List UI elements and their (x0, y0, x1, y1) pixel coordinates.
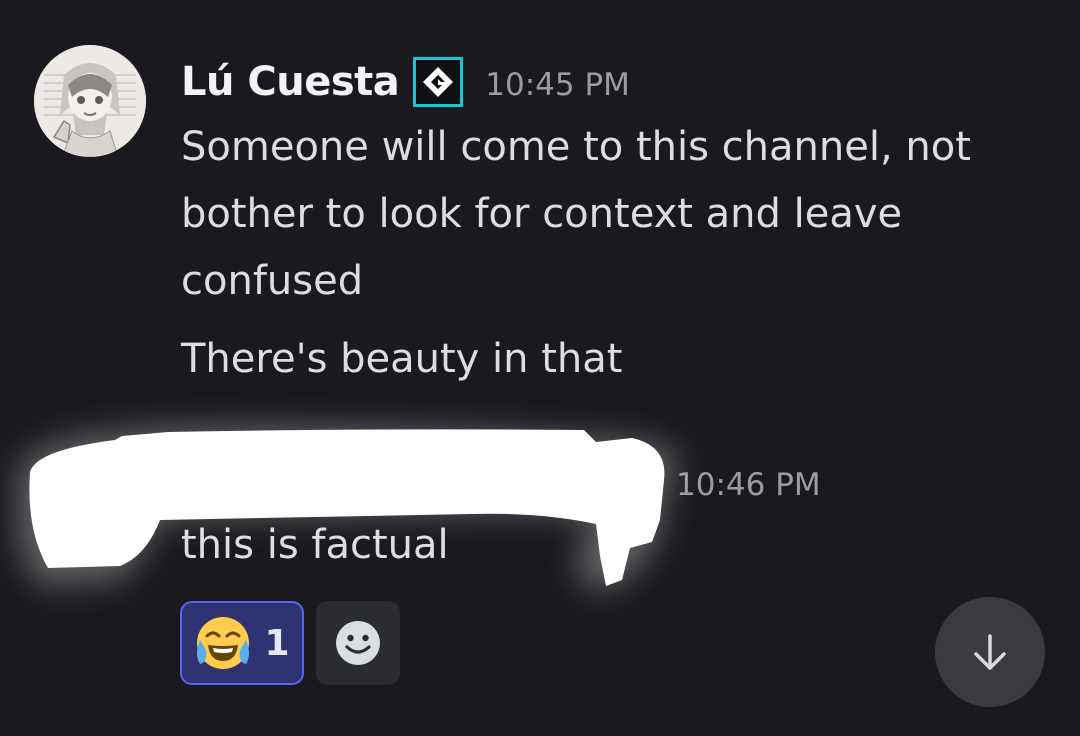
message-timestamp: 10:45 PM (485, 67, 630, 103)
message-text: this is factual (181, 522, 449, 568)
gamemaker-logo-icon-svg (423, 67, 454, 97)
username[interactable]: Lú Cuesta (181, 59, 400, 105)
reactions-bar: 1 (180, 601, 400, 685)
message-header: Lú Cuesta 10:45 PM (181, 52, 630, 112)
smile-icon (336, 621, 380, 665)
user-avatar[interactable] (34, 45, 146, 157)
message-text: There's beauty in that (181, 336, 623, 382)
reaction-count: 1 (264, 622, 290, 664)
gamemaker-logo-icon[interactable] (413, 57, 464, 107)
message-timestamp: 10:46 PM (676, 467, 821, 503)
jump-to-present-button[interactable] (935, 597, 1045, 707)
add-reaction-button[interactable] (316, 601, 400, 685)
chat-view: Lú Cuesta 10:45 PM Someone will come to … (0, 0, 1080, 736)
avatar-image (34, 45, 146, 157)
joy-emoji-icon (197, 617, 250, 669)
message-text: Someone will come to this channel, not b… (181, 124, 971, 304)
arrow-down-icon (974, 634, 1006, 670)
reaction-joy[interactable]: 1 (180, 601, 304, 685)
